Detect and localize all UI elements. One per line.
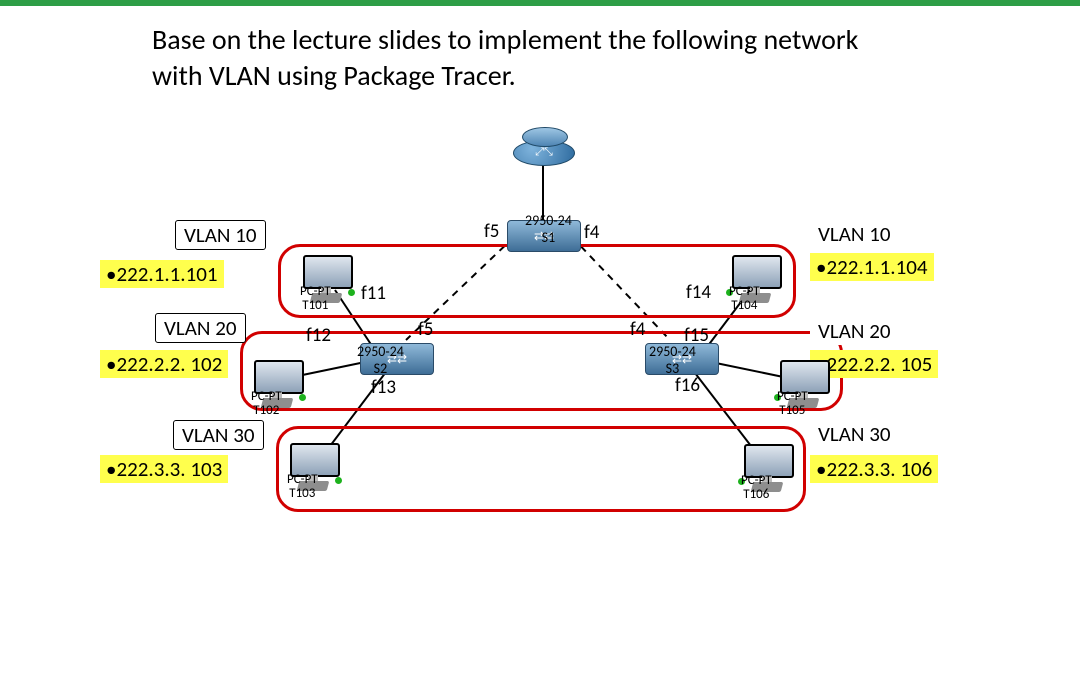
port-s2-12: f12 [306, 324, 331, 347]
pc-t104-label: PC-PT T104 [729, 285, 760, 312]
vlan30-left-title: VLAN 30 [173, 420, 264, 450]
diagram-stage: ⤢⤡ ⇄⇄ 2950-24 S1 f5 f4 ⇄⇄ 2950-24 S2 f5 … [100, 130, 980, 580]
switch-s2-label: 2950-24 S2 [357, 343, 404, 377]
switch-s3-label: 2950-24 S3 [649, 343, 696, 377]
port-s3-14: f14 [686, 281, 711, 304]
vlan10-left-title: VLAN 10 [175, 220, 266, 250]
instruction-text: Base on the lecture slides to implement … [152, 22, 912, 95]
pc-t106-label: PC-PT T106 [741, 474, 772, 501]
pc-t105-label: PC-PT T105 [777, 390, 808, 417]
port-s1-left: f5 [484, 220, 499, 243]
pc-t101-label: PC-PT T101 [300, 285, 331, 312]
port-s2-up: f5 [418, 318, 433, 341]
group-vlan30 [276, 426, 806, 512]
port-s3-16: f16 [675, 374, 700, 397]
port-s3-15: f15 [684, 324, 709, 347]
port-s3-up: f4 [630, 318, 645, 341]
port-s2-11: f11 [361, 282, 386, 305]
vlan10-right-title: VLAN 10 [810, 220, 899, 248]
vlan10-left-ip: •222.1.1.101 [100, 260, 224, 288]
vlan20-left-title: VLAN 20 [155, 313, 246, 343]
vlan30-right-ip: •222.3.3. 106 [810, 455, 938, 483]
accent-bar [0, 0, 1080, 6]
vlan10-right-ip: •222.1.1.104 [810, 253, 934, 281]
switch-s1-label: 2950-24 S1 [525, 212, 572, 246]
pc-t103-label: PC-PT T103 [287, 473, 318, 500]
vlan30-right-title: VLAN 30 [810, 420, 899, 448]
pc-t102-label: PC-PT T102 [251, 390, 282, 417]
vlan20-right-title: VLAN 20 [810, 317, 899, 345]
router-icon: ⤢⤡ [513, 140, 575, 166]
port-s2-13: f13 [371, 376, 396, 399]
group-vlan10 [278, 244, 796, 318]
vlan30-left-ip: •222.3.3. 103 [100, 455, 228, 483]
port-s1-right: f4 [584, 221, 599, 244]
vlan20-left-ip: •222.2.2. 102 [100, 350, 228, 378]
